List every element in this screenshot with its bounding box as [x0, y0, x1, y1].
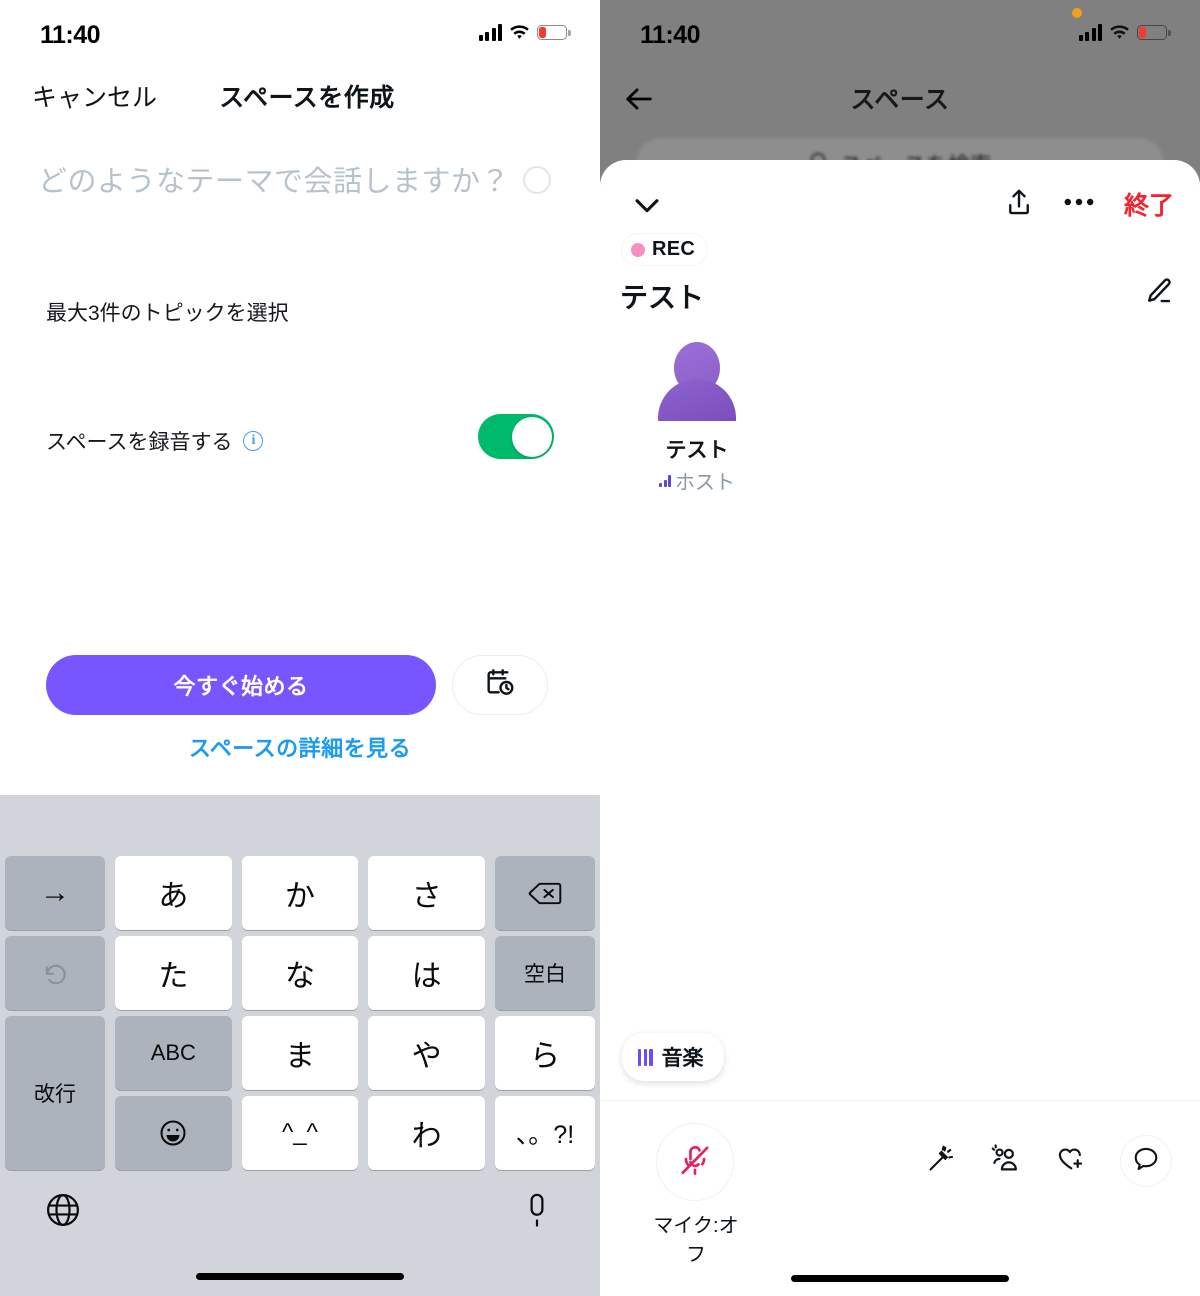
record-space-row: スペースを録音する i	[46, 426, 264, 456]
key-punctuation[interactable]: 、。?!	[494, 1096, 595, 1170]
info-circle-icon[interactable]: i	[243, 431, 264, 451]
chat-bubble-button[interactable]	[1120, 1135, 1172, 1187]
heart-plus-icon[interactable]	[1055, 1143, 1086, 1179]
audio-level-icon	[659, 474, 671, 487]
create-space-screen: 11:40 キャンセル スペースを作成 どのようなテーマで会話しますか？ 最大3…	[0, 0, 600, 1296]
home-indicator	[791, 1275, 1009, 1282]
record-space-toggle[interactable]	[478, 414, 554, 459]
live-space-sheet: 終了 REC テスト テスト ホスト 音楽 マイク:オフ	[600, 160, 1200, 1296]
status-indicators	[478, 24, 571, 41]
cellular-bars-icon	[478, 24, 502, 41]
music-chip[interactable]: 音楽	[622, 1033, 724, 1081]
key-ra-row[interactable]: ら	[494, 1016, 595, 1090]
home-indicator	[196, 1273, 404, 1280]
key-backspace[interactable]	[494, 856, 595, 930]
person-avatar-icon	[653, 340, 741, 428]
space-title: テスト	[620, 282, 705, 313]
key-ya-row[interactable]: や	[368, 1016, 485, 1090]
status-time: 11:40	[40, 21, 101, 49]
space-toolbar: マイク:オフ	[600, 1101, 1200, 1266]
chevron-down-icon[interactable]	[630, 188, 664, 227]
page-title: スペースを作成	[219, 84, 395, 112]
keyboard-suggestion-bar[interactable]	[0, 795, 600, 853]
space-details-link[interactable]: スペースの詳細を見る	[0, 731, 600, 763]
pencil-edit-icon[interactable]	[1142, 276, 1174, 313]
music-bars-icon	[638, 1048, 653, 1066]
key-wa-row[interactable]: わ	[368, 1096, 485, 1170]
status-indicators	[1078, 24, 1171, 41]
key-kaomoji[interactable]: ^_^	[241, 1096, 359, 1170]
cellular-bars-icon	[1078, 24, 1102, 41]
space-name-input[interactable]: どのようなテーマで会話しますか？	[38, 158, 510, 200]
key-na-row[interactable]: な	[241, 936, 359, 1010]
page-title: スペース	[850, 86, 950, 114]
status-bar: 11:40	[0, 0, 600, 62]
speaker-card[interactable]: テスト ホスト	[642, 340, 752, 495]
create-space-navbar: キャンセル スペースを作成	[0, 78, 600, 126]
music-label: 音楽	[661, 1047, 704, 1070]
sheet-actions: 終了	[1004, 186, 1174, 222]
space-live-screen: 11:40 スペース スペースを検索	[600, 0, 1200, 1296]
key-a-row[interactable]: あ	[115, 856, 232, 930]
key-sa-row[interactable]: さ	[368, 856, 485, 930]
key-space[interactable]: 空白	[494, 936, 595, 1010]
sheet-header: 終了	[600, 186, 1200, 234]
toggle-knob	[511, 416, 552, 457]
record-space-label: スペースを録音する	[46, 431, 233, 454]
battery-low-icon	[1137, 25, 1171, 40]
schedule-space-button[interactable]	[452, 655, 548, 715]
wifi-icon	[509, 24, 530, 41]
key-ma-row[interactable]: ま	[241, 1016, 359, 1090]
calendar-clock-icon	[484, 667, 516, 704]
japanese-keyboard: → あ か さ た な は 空白 ABC ま や ら 改行 ^_^ わ 、。?!	[0, 795, 600, 1296]
start-now-button[interactable]: 今すぐ始める	[46, 655, 436, 715]
request-to-speak-icon[interactable]	[990, 1143, 1021, 1179]
magic-wand-icon[interactable]	[926, 1144, 956, 1179]
character-counter-ring-icon	[523, 166, 551, 194]
microphone-muted-icon	[678, 1143, 712, 1182]
key-emoji[interactable]	[115, 1096, 232, 1170]
key-enter[interactable]: 改行	[5, 1016, 105, 1170]
topic-select-label[interactable]: 最大3件のトピックを選択	[46, 297, 289, 327]
keyboard-bottom-bar	[0, 1173, 600, 1296]
speaker-role: ホスト	[642, 466, 752, 495]
speaker-name: テスト	[665, 439, 729, 462]
avatar-body	[658, 379, 736, 421]
battery-low-icon	[537, 25, 571, 40]
speaker-role-label: ホスト	[675, 472, 735, 494]
status-time: 11:40	[640, 21, 701, 49]
recording-dot-icon	[631, 242, 645, 257]
wifi-icon	[1109, 24, 1130, 41]
toolbar-icons	[926, 1135, 1172, 1187]
microphone-icon[interactable]	[518, 1191, 556, 1234]
microphone-muted-button[interactable]	[656, 1123, 734, 1201]
keyboard-keys: → あ か さ た な は 空白 ABC ま や ら 改行 ^_^ わ 、。?!	[0, 853, 600, 1173]
space-navbar: スペース	[600, 80, 1200, 126]
key-ha-row[interactable]: は	[368, 936, 485, 1010]
recording-label: REC	[652, 238, 696, 260]
key-undo[interactable]	[5, 936, 105, 1010]
end-space-button[interactable]: 終了	[1124, 186, 1174, 222]
status-bar: 11:40	[600, 0, 1200, 62]
globe-icon[interactable]	[44, 1191, 82, 1234]
recording-badge: REC	[622, 234, 708, 265]
share-upload-icon[interactable]	[1004, 187, 1034, 222]
key-abc[interactable]: ABC	[115, 1016, 232, 1090]
more-horizontal-icon[interactable]	[1062, 195, 1096, 214]
key-ka-row[interactable]: か	[241, 856, 359, 930]
orange-recording-dot	[1072, 8, 1082, 18]
key-ta-row[interactable]: た	[115, 936, 232, 1010]
screenshot-root: 11:40 キャンセル スペースを作成 どのようなテーマで会話しますか？ 最大3…	[0, 0, 1200, 1296]
chat-bubble-icon	[1132, 1145, 1160, 1178]
microphone-state-label: マイク:オフ	[653, 1215, 739, 1266]
key-cursor-right[interactable]: →	[5, 856, 105, 930]
